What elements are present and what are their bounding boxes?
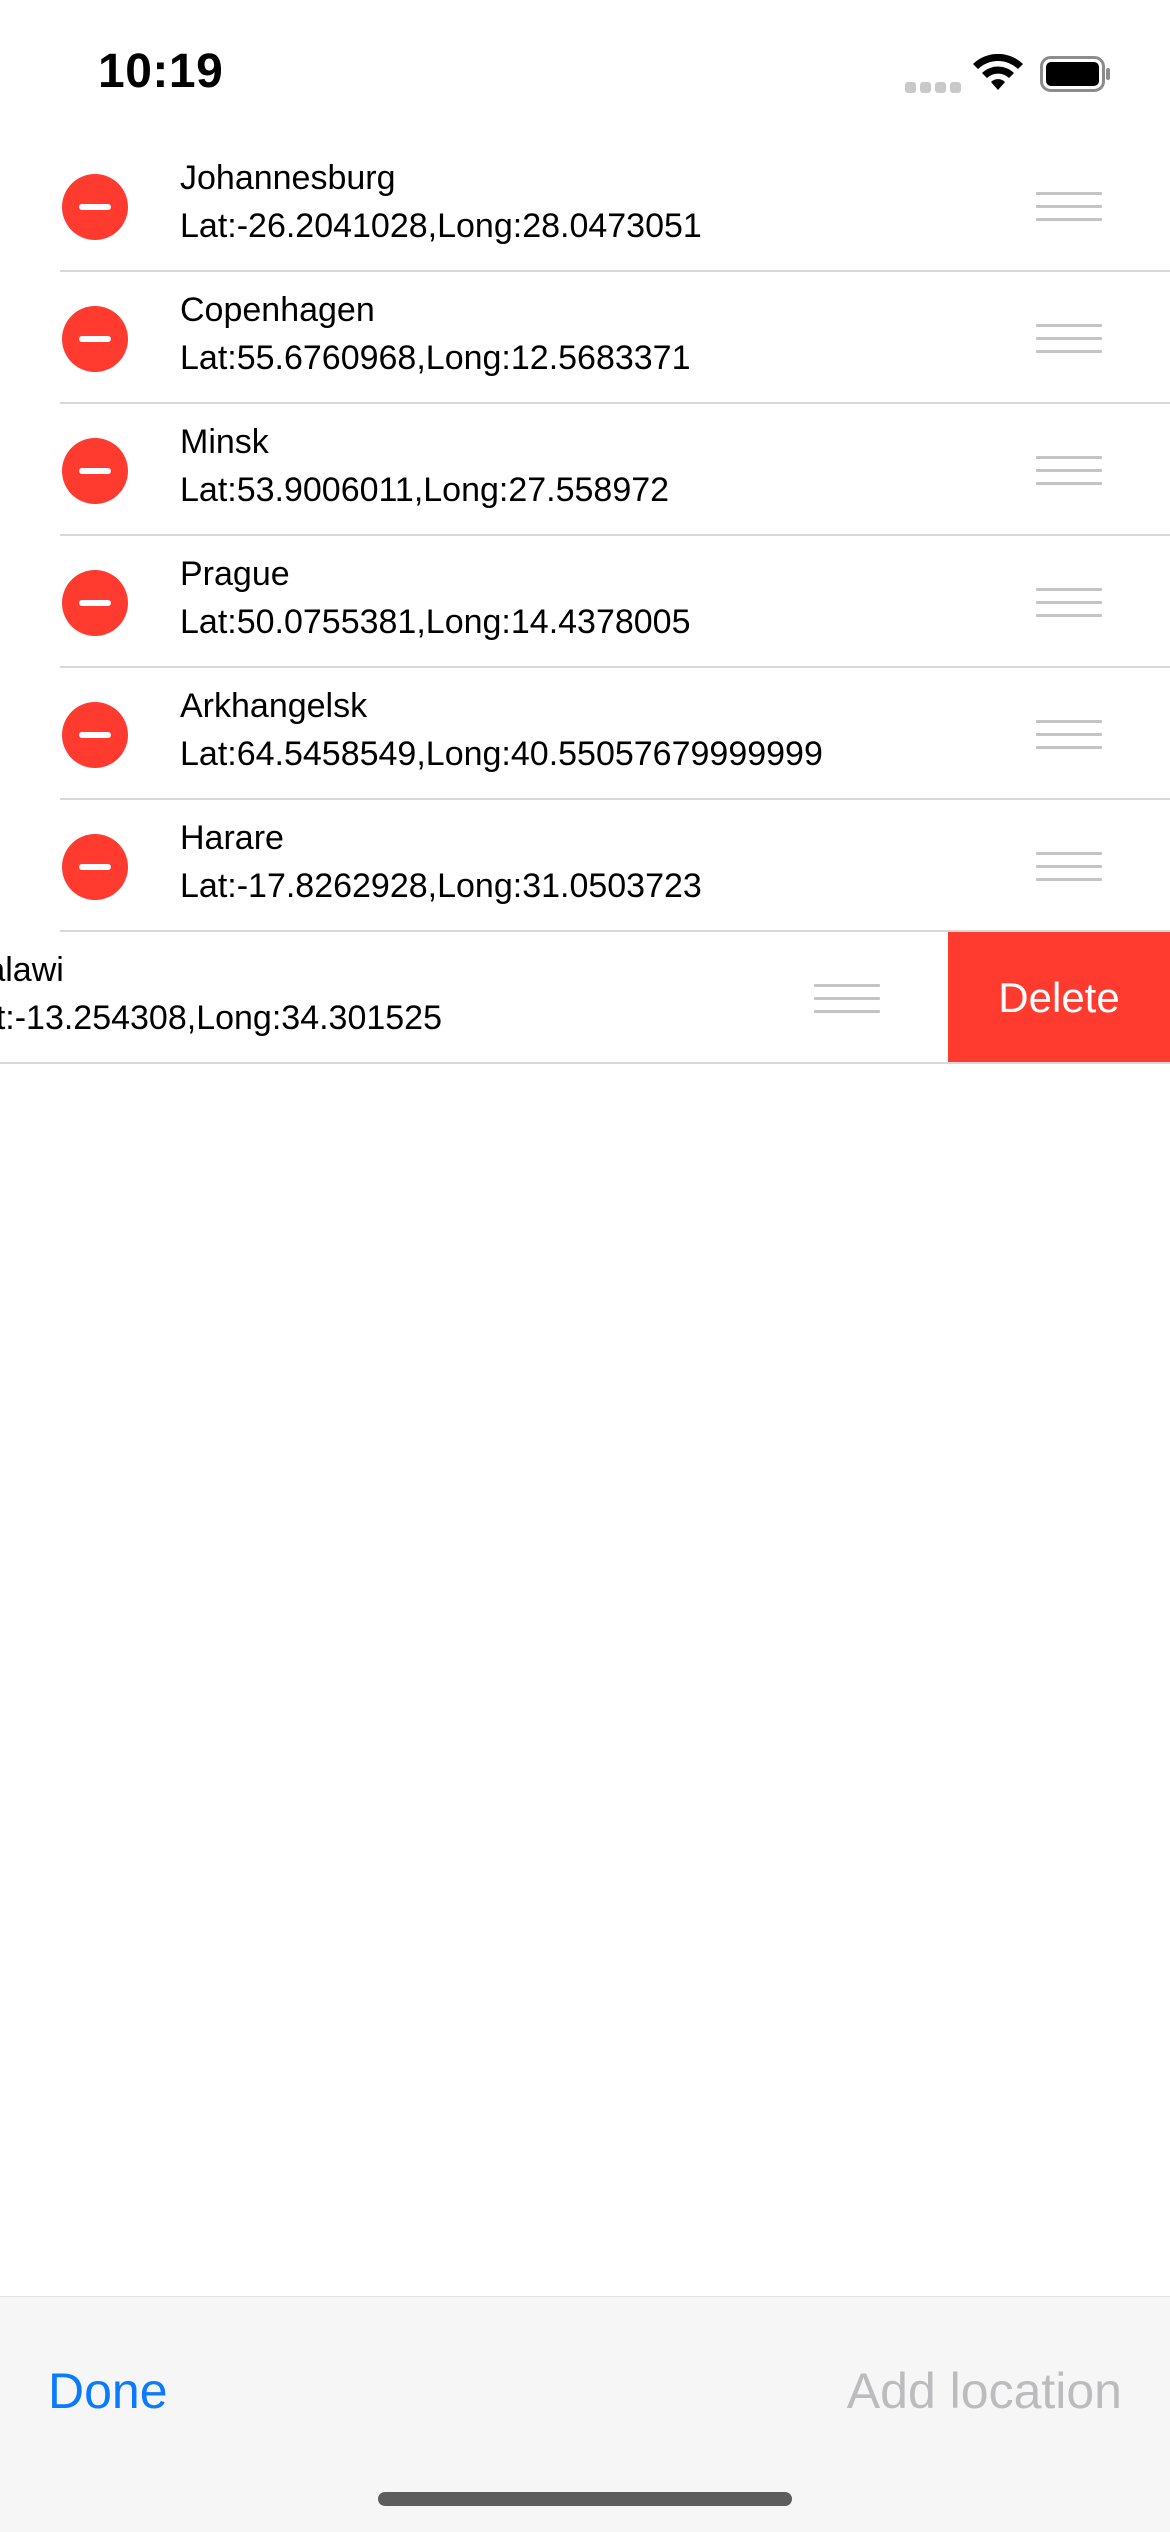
location-coordinates: Lat:53.9006011,Long:27.558972 <box>180 471 670 509</box>
list-item[interactable]: Prague Lat:50.0755381,Long:14.4378005 <box>0 536 1170 668</box>
location-coordinates: Lat:50.0755381,Long:14.4378005 <box>180 603 691 641</box>
bottom-toolbar: Done Add location <box>0 2296 1170 2532</box>
reorder-handle-icon[interactable] <box>1036 324 1102 354</box>
status-time: 10:19 <box>98 45 224 98</box>
delete-control-icon[interactable] <box>62 834 128 900</box>
reorder-handle-icon[interactable] <box>1036 720 1102 750</box>
location-name: Prague <box>180 555 290 593</box>
delete-control-icon[interactable] <box>62 570 128 636</box>
list-item[interactable]: Johannesburg Lat:-26.2041028,Long:28.047… <box>0 140 1170 272</box>
location-name: Arkhangelsk <box>180 687 368 725</box>
list-item[interactable]: Copenhagen Lat:55.6760968,Long:12.568337… <box>0 272 1170 404</box>
cellular-signal-icon <box>905 82 961 94</box>
swiped-row-content[interactable]: Malawi Lat:-13.254308,Long:34.301525 <box>0 932 948 1064</box>
location-name: Harare <box>180 819 284 857</box>
location-name: Johannesburg <box>180 159 396 197</box>
delete-button[interactable]: Delete <box>948 932 1170 1064</box>
reorder-handle-icon[interactable] <box>1036 192 1102 222</box>
home-indicator[interactable] <box>378 2492 792 2506</box>
location-name: Minsk <box>180 423 269 461</box>
location-coordinates: Lat:-13.254308,Long:34.301525 <box>0 999 443 1037</box>
battery-icon <box>1040 56 1110 92</box>
delete-control-icon[interactable] <box>62 702 128 768</box>
delete-control-icon[interactable] <box>62 174 128 240</box>
reorder-handle-icon[interactable] <box>1036 588 1102 618</box>
reorder-handle-icon[interactable] <box>1036 852 1102 882</box>
location-coordinates: Lat:55.6760968,Long:12.5683371 <box>180 339 691 377</box>
done-button[interactable]: Done <box>48 2362 168 2420</box>
location-coordinates: Lat:-17.8262928,Long:31.0503723 <box>180 867 702 905</box>
location-coordinates: Lat:64.5458549,Long:40.55057679999999 <box>180 735 823 773</box>
delete-control-icon[interactable] <box>62 306 128 372</box>
location-list-screen: 10:19 Johannesburg Lat:-26.2041028,Long:… <box>0 0 1170 2532</box>
reorder-handle-icon[interactable] <box>814 984 880 1014</box>
delete-control-icon[interactable] <box>62 438 128 504</box>
location-name: Malawi <box>0 951 64 989</box>
location-name: Copenhagen <box>180 291 375 329</box>
list-item[interactable]: Minsk Lat:53.9006011,Long:27.558972 <box>0 404 1170 536</box>
reorder-handle-icon[interactable] <box>1036 456 1102 486</box>
list-item-swiped[interactable]: Malawi Lat:-13.254308,Long:34.301525 Del… <box>0 932 1170 1064</box>
list-item[interactable]: Harare Lat:-17.8262928,Long:31.0503723 <box>0 800 1170 932</box>
add-location-button[interactable]: Add location <box>847 2362 1122 2420</box>
status-bar: 10:19 <box>0 0 1170 140</box>
location-list: Johannesburg Lat:-26.2041028,Long:28.047… <box>0 140 1170 1064</box>
toolbar-divider <box>0 2296 1170 2297</box>
list-item[interactable]: Arkhangelsk Lat:64.5458549,Long:40.55057… <box>0 668 1170 800</box>
wifi-icon <box>973 54 1023 90</box>
location-coordinates: Lat:-26.2041028,Long:28.0473051 <box>180 207 702 245</box>
row-separator <box>0 1062 1170 1064</box>
